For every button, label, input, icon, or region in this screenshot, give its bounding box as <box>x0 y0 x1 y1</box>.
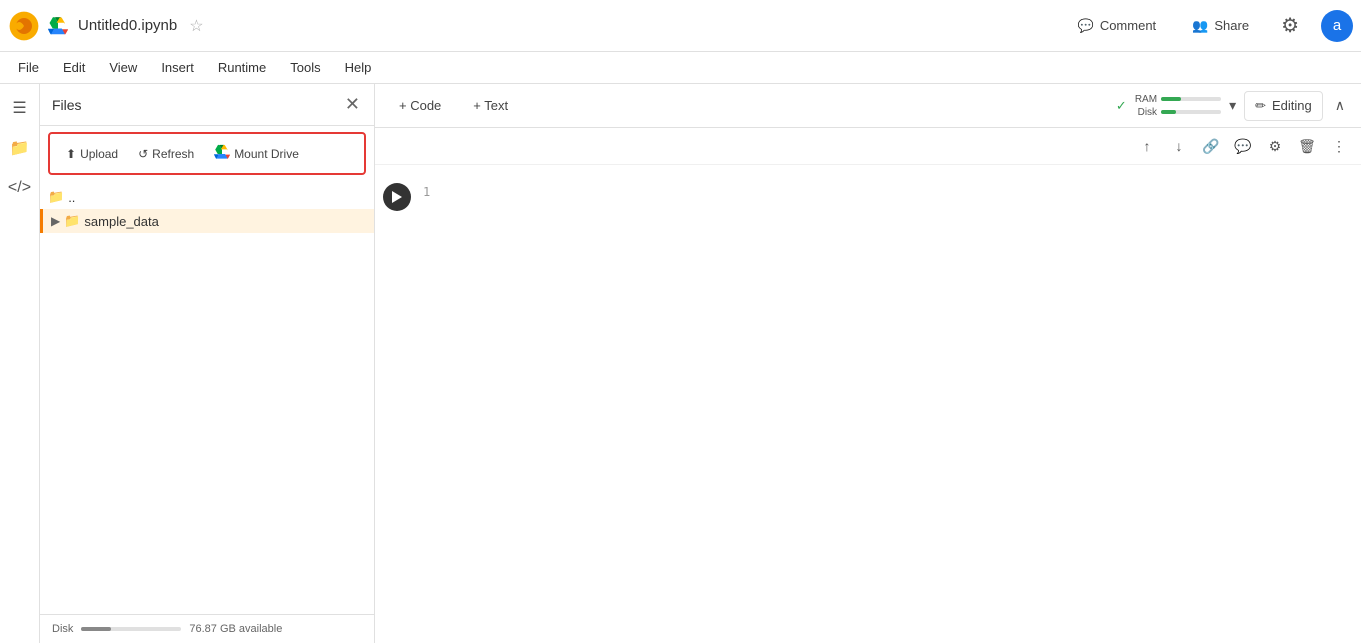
file-item-parent[interactable]: 📁 .. <box>40 185 374 209</box>
notebook-title: Untitled0.ipynb <box>78 17 177 34</box>
people-icon: 👥 <box>1192 18 1208 34</box>
refresh-icon: ↺ <box>138 147 148 161</box>
disk-row: Disk <box>1138 107 1221 118</box>
menu-help[interactable]: Help <box>335 56 382 79</box>
folder-icon-sample-data: 📁 <box>64 213 80 229</box>
settings-button[interactable]: ⚙ <box>1275 7 1305 44</box>
mount-drive-button[interactable]: Mount Drive <box>206 140 307 167</box>
resource-dropdown-button[interactable]: ▾ <box>1229 97 1236 114</box>
menubar: File Edit View Insert Runtime Tools Help <box>0 52 1361 84</box>
folder-icon-parent: 📁 <box>48 189 64 205</box>
ram-check-icon: ✓ <box>1116 98 1127 114</box>
sidebar-footer: Disk 76.87 GB available <box>40 614 374 643</box>
code-cell: 1 <box>375 173 1361 225</box>
disk-bar <box>1161 110 1221 114</box>
add-text-button[interactable]: + Text <box>461 92 520 119</box>
add-code-button[interactable]: + Code <box>387 92 453 119</box>
upload-icon: ⬆ <box>66 147 76 161</box>
comment-button[interactable]: 💬 Comment <box>1068 12 1167 40</box>
ram-bar <box>1161 97 1221 101</box>
menu-insert[interactable]: Insert <box>151 56 204 79</box>
editing-button[interactable]: ✏ Editing <box>1244 91 1323 121</box>
colab-logo <box>8 10 40 42</box>
sidebar-toolbar: ⬆ Upload ↺ Refresh Mou <box>48 132 366 175</box>
settings-cell-icon[interactable]: ⚙ <box>1261 132 1289 160</box>
cell-body[interactable]: 1 <box>419 181 1353 217</box>
disk-usage-bar <box>81 627 181 631</box>
ram-disk-widget: RAM Disk <box>1135 94 1221 118</box>
cell-action-bar: ↑ ↓ 🔗 💬 ⚙ 🗑 ⋮ <box>375 128 1361 165</box>
drive-small-icon <box>214 144 230 163</box>
notebook-toolbar-right: ✓ RAM Disk ▾ <box>1116 91 1349 121</box>
sidebar-close-button[interactable]: ✕ <box>343 92 362 117</box>
menu-edit[interactable]: Edit <box>53 56 95 79</box>
file-item-sample-data[interactable]: ▶ 📁 sample_data <box>40 209 374 233</box>
upload-button[interactable]: ⬆ Upload <box>58 143 126 165</box>
menu-file[interactable]: File <box>8 56 49 79</box>
link-icon[interactable]: 🔗 <box>1197 132 1225 160</box>
sidebar: Files ✕ ⬆ Upload ↺ Refresh <box>40 84 375 643</box>
edit-icon: ✏ <box>1255 98 1266 114</box>
rail-files-icon[interactable]: 📁 <box>4 132 36 164</box>
notebook-content: 1 <box>375 165 1361 643</box>
topbar: Untitled0.ipynb ☆ 💬 Comment 👥 Share ⚙ a <box>0 0 1361 52</box>
rail-code-icon[interactable]: </> <box>4 172 36 204</box>
user-avatar[interactable]: a <box>1321 10 1353 42</box>
sidebar-title: Files <box>52 97 82 113</box>
run-cell-button[interactable] <box>383 183 411 211</box>
comment-cell-icon[interactable]: 💬 <box>1229 132 1257 160</box>
share-button[interactable]: 👥 Share <box>1182 12 1259 40</box>
menu-view[interactable]: View <box>99 56 147 79</box>
main-layout: ☰ 📁 </> Files ✕ ⬆ Upload ↺ Refresh <box>0 84 1361 643</box>
move-up-icon[interactable]: ↑ <box>1133 132 1161 160</box>
menu-runtime[interactable]: Runtime <box>208 56 276 79</box>
menu-tools[interactable]: Tools <box>280 56 330 79</box>
refresh-button[interactable]: ↺ Refresh <box>130 143 202 165</box>
ram-row: RAM <box>1135 94 1221 105</box>
comment-icon: 💬 <box>1078 18 1094 34</box>
line-number: 1 <box>423 185 430 199</box>
delete-cell-icon[interactable]: 🗑 <box>1293 132 1321 160</box>
more-options-icon[interactable]: ⋮ <box>1325 132 1353 160</box>
star-icon[interactable]: ☆ <box>189 16 203 36</box>
collapse-button[interactable]: ∧ <box>1331 93 1349 118</box>
rail-menu-icon[interactable]: ☰ <box>4 92 36 124</box>
notebook-area: + Code + Text ✓ RAM Disk <box>375 84 1361 643</box>
expand-arrow-sample-data[interactable]: ▶ <box>51 214 60 228</box>
move-down-icon[interactable]: ↓ <box>1165 132 1193 160</box>
icon-rail: ☰ 📁 </> <box>0 84 40 643</box>
topbar-right: 💬 Comment 👥 Share ⚙ a <box>1068 7 1353 44</box>
notebook-toolbar: + Code + Text ✓ RAM Disk <box>375 84 1361 128</box>
sidebar-content: 📁 .. ▶ 📁 sample_data <box>40 181 374 614</box>
drive-icon <box>48 16 68 36</box>
sidebar-header: Files ✕ <box>40 84 374 126</box>
